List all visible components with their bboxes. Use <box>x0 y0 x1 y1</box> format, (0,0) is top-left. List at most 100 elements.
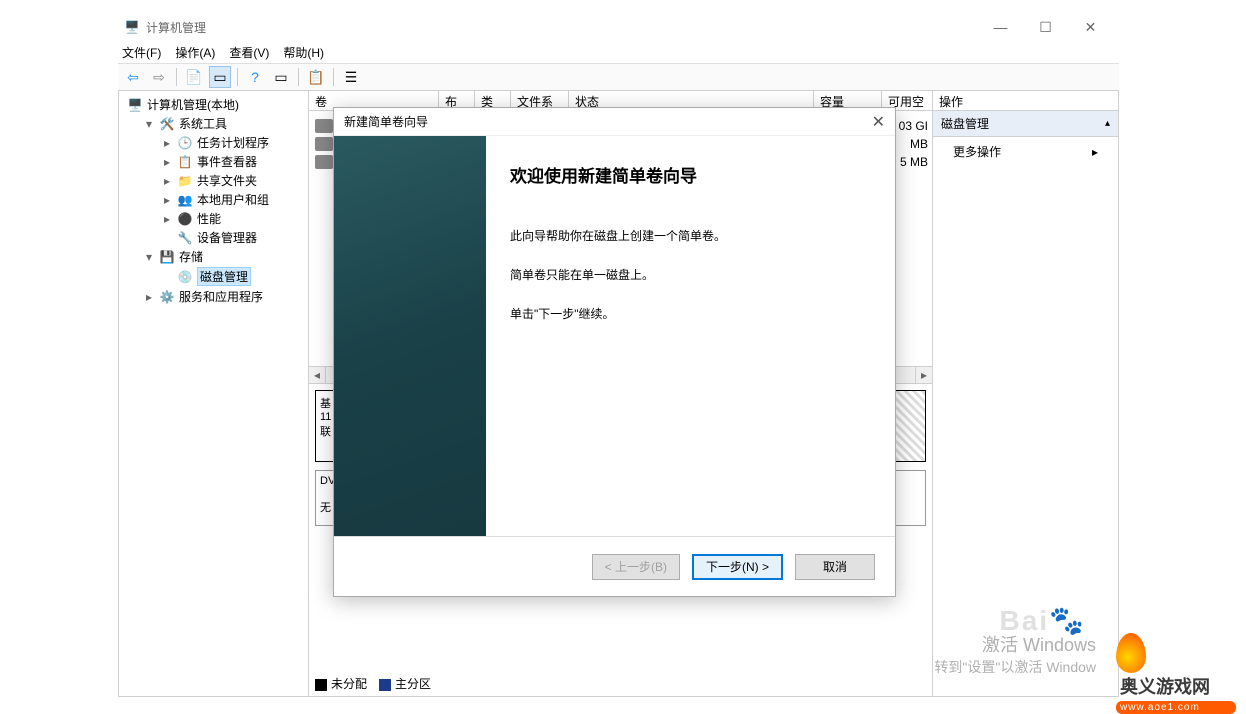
refresh-icon[interactable]: ▭ <box>270 66 292 88</box>
activate-windows-watermark: 激活 Windows 转到"设置"以激活 Window <box>934 631 1096 677</box>
event-icon: 📋 <box>177 154 193 170</box>
wizard-next-button[interactable]: 下一步(N) > <box>692 554 783 580</box>
wizard-sidebar-image <box>334 136 486 536</box>
brand-url: www.aoe1.com <box>1116 701 1236 714</box>
app-icon: 🖥️ <box>124 19 140 35</box>
wizard-body: 欢迎使用新建简单卷向导 此向导帮助你在磁盘上创建一个简单卷。 简单卷只能在单一磁… <box>334 136 895 536</box>
export-icon[interactable]: 📋 <box>305 66 327 88</box>
tools-icon: 🛠️ <box>159 116 175 132</box>
expand-icon[interactable]: ▸ <box>161 155 173 169</box>
wizard-back-button: < 上一步(B) <box>592 554 680 580</box>
computer-icon: 🖥️ <box>127 97 143 113</box>
tree-label: 设备管理器 <box>197 229 257 246</box>
wizard-heading: 欢迎使用新建简单卷向导 <box>510 162 871 187</box>
tree-performance[interactable]: ▸ ⚫性能 <box>161 210 306 227</box>
up-icon[interactable]: 📄 <box>183 66 205 88</box>
expand-icon[interactable]: ▸ <box>161 193 173 207</box>
menu-help[interactable]: 帮助(H) <box>283 44 324 61</box>
wizard-close-button[interactable]: ✕ <box>872 112 885 132</box>
tree-label-selected: 磁盘管理 <box>197 267 251 286</box>
tree-panel: 🖥️计算机管理(本地) ▾ 🛠️系统工具 ▸ 🕒任务计划程序 ▸ 📋事件查看器 ▸ 📁共… <box>119 91 309 696</box>
brand-name: 奥义游戏网 <box>1120 673 1210 699</box>
expand-icon[interactable]: ▸ <box>161 174 173 188</box>
legend-primary: 主分区 <box>395 677 431 691</box>
toolbar: ⇦ ⇨ 📄 ▭ ? ▭ 📋 ☰ <box>118 63 1119 91</box>
forward-icon[interactable]: ⇨ <box>148 66 170 88</box>
actions-more[interactable]: 更多操作 ▸ <box>933 137 1118 166</box>
menu-action[interactable]: 操作(A) <box>175 44 215 61</box>
show-hide-icon[interactable]: ▭ <box>209 66 231 88</box>
tree-label: 本地用户和组 <box>197 191 269 208</box>
row-capacity: 03 GI <box>899 119 928 133</box>
help-icon[interactable]: ? <box>244 66 266 88</box>
collapse-icon: ▴ <box>1105 118 1110 129</box>
actions-section-label: 磁盘管理 <box>941 115 989 132</box>
row-capacity: MB <box>910 137 928 151</box>
tree-shared-folders[interactable]: ▸ 📁共享文件夹 <box>161 172 306 189</box>
wizard-button-row: < 上一步(B) 下一步(N) > 取消 <box>334 536 895 596</box>
tree-disk-management[interactable]: 💿磁盘管理 <box>161 267 306 286</box>
wizard-titlebar: 新建简单卷向导 ✕ <box>334 108 895 136</box>
actions-header: 操作 <box>933 91 1118 111</box>
storage-icon: 💾 <box>159 249 175 265</box>
perf-icon: ⚫ <box>177 211 193 227</box>
titlebar: 🖥️ 计算机管理 — ☐ ✕ <box>118 13 1119 41</box>
tree-label: 任务计划程序 <box>197 134 269 151</box>
back-icon[interactable]: ⇦ <box>122 66 144 88</box>
scroll-left-icon[interactable]: ◂ <box>309 367 326 383</box>
list-icon[interactable]: ☰ <box>340 66 362 88</box>
tree-root[interactable]: 🖥️计算机管理(本地) <box>127 96 306 113</box>
wizard-content: 欢迎使用新建简单卷向导 此向导帮助你在磁盘上创建一个简单卷。 简单卷只能在单一磁… <box>486 136 895 536</box>
row-capacity: 5 MB <box>900 155 928 169</box>
device-icon: 🔧 <box>177 230 193 246</box>
expand-icon[interactable]: ▸ <box>143 290 155 304</box>
window-controls: — ☐ ✕ <box>978 13 1113 41</box>
tree-label: 服务和应用程序 <box>179 288 263 305</box>
wizard-text-1: 此向导帮助你在磁盘上创建一个简单卷。 <box>510 227 871 244</box>
tree-local-users[interactable]: ▸ 👥本地用户和组 <box>161 191 306 208</box>
menu-file[interactable]: 文件(F) <box>122 44 161 61</box>
volume-icon <box>315 119 333 133</box>
activate-sub: 转到"设置"以激活 Window <box>934 657 1096 677</box>
tree-task-scheduler[interactable]: ▸ 🕒任务计划程序 <box>161 134 306 151</box>
menu-view[interactable]: 查看(V) <box>229 44 269 61</box>
clock-icon: 🕒 <box>177 135 193 151</box>
tree-label: 事件查看器 <box>197 153 257 170</box>
activate-heading: 激活 Windows <box>934 631 1096 657</box>
wizard-text-2: 简单卷只能在单一磁盘上。 <box>510 266 871 283</box>
disk-icon: 💿 <box>177 269 193 285</box>
tree-device-manager[interactable]: 🔧设备管理器 <box>161 229 306 246</box>
tree-label: 存储 <box>179 248 203 265</box>
maximize-button[interactable]: ☐ <box>1023 13 1068 41</box>
expand-icon[interactable]: ▸ <box>161 136 173 150</box>
tree-event-viewer[interactable]: ▸ 📋事件查看器 <box>161 153 306 170</box>
minimize-button[interactable]: — <box>978 13 1023 41</box>
users-icon: 👥 <box>177 192 193 208</box>
tree-label: 性能 <box>197 210 221 227</box>
legend: 未分配 主分区 <box>315 675 431 692</box>
share-icon: 📁 <box>177 173 193 189</box>
tree-services-apps[interactable]: ▸ ⚙️服务和应用程序 <box>143 288 306 305</box>
scroll-right-icon[interactable]: ▸ <box>915 367 932 383</box>
tree-root-label: 计算机管理(本地) <box>147 96 239 113</box>
expand-icon[interactable]: ▾ <box>143 117 155 131</box>
menubar: 文件(F) 操作(A) 查看(V) 帮助(H) <box>118 41 1119 63</box>
tree-storage[interactable]: ▾ 💾存储 <box>143 248 306 265</box>
expand-icon[interactable]: ▸ <box>161 212 173 226</box>
window-title: 计算机管理 <box>146 19 206 36</box>
expand-icon[interactable]: ▾ <box>143 250 155 264</box>
tree-label: 共享文件夹 <box>197 172 257 189</box>
actions-more-label: 更多操作 <box>953 143 1001 160</box>
actions-section[interactable]: 磁盘管理 ▴ <box>933 111 1118 137</box>
tree-label: 系统工具 <box>179 115 227 132</box>
chevron-right-icon: ▸ <box>1092 145 1098 159</box>
legend-unalloc: 未分配 <box>331 677 367 691</box>
tree-system-tools[interactable]: ▾ 🛠️系统工具 <box>143 115 306 132</box>
site-brand-logo: 奥义游戏网 www.aoe1.com <box>1116 633 1236 687</box>
volume-icon <box>315 137 333 151</box>
new-simple-volume-wizard: 新建简单卷向导 ✕ 欢迎使用新建简单卷向导 此向导帮助你在磁盘上创建一个简单卷。… <box>333 107 896 597</box>
services-icon: ⚙️ <box>159 289 175 305</box>
close-button[interactable]: ✕ <box>1068 13 1113 41</box>
legend-swatch-primary <box>379 679 391 691</box>
wizard-cancel-button[interactable]: 取消 <box>795 554 875 580</box>
